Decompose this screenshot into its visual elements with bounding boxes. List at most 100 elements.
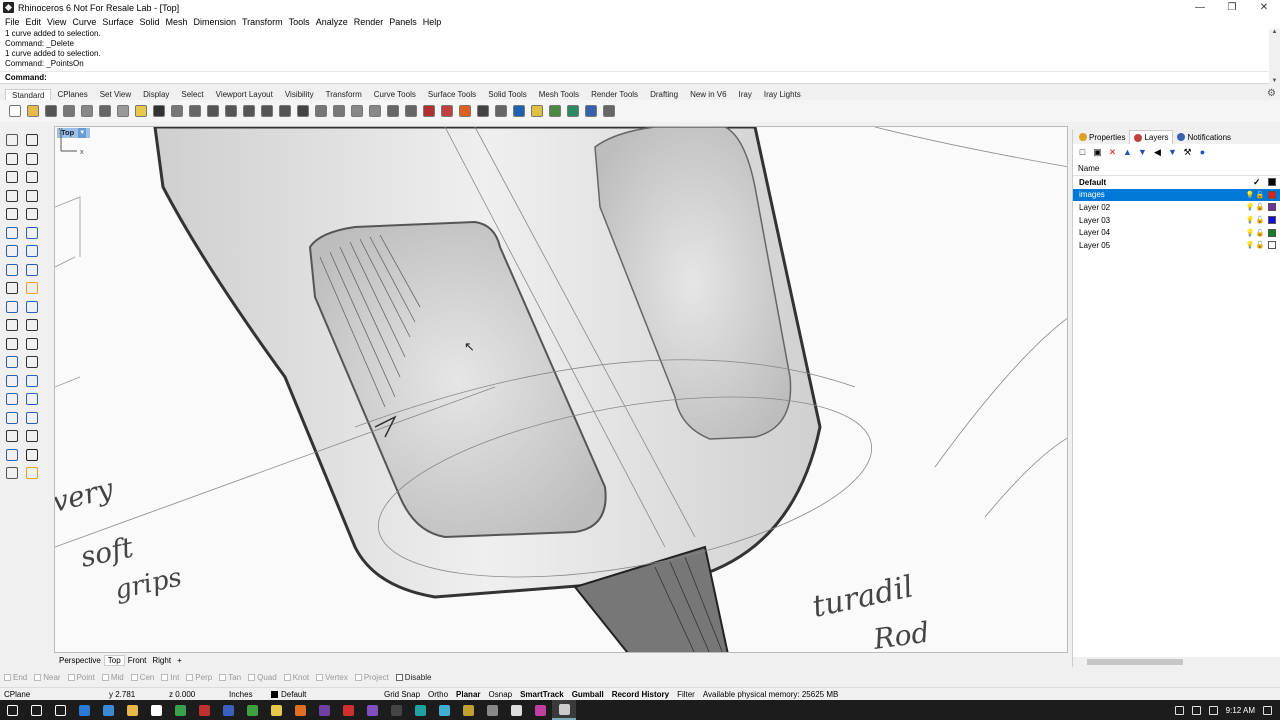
layer-color-swatch[interactable] [1268, 216, 1276, 225]
mirror-tool[interactable] [22, 372, 42, 391]
osnap-perp[interactable]: Perp [186, 673, 212, 682]
osnap-cen[interactable]: Cen [130, 673, 154, 682]
record-history-toggle[interactable]: Record History [608, 690, 673, 699]
extrude-tool[interactable] [2, 261, 22, 280]
menu-view[interactable]: View [44, 17, 69, 27]
menu-analyze[interactable]: Analyze [313, 17, 351, 27]
cplane-button[interactable] [348, 102, 366, 120]
import-button[interactable] [78, 102, 96, 120]
render-tools-tool[interactable] [2, 464, 22, 483]
toolbar-tab-surface-tools[interactable]: Surface Tools [422, 89, 482, 100]
zoom-selected-button[interactable] [258, 102, 276, 120]
help-button[interactable] [582, 102, 600, 120]
edge-taskbar-button[interactable] [72, 700, 96, 720]
layer-color-swatch[interactable] [1268, 228, 1276, 237]
layer-color-swatch[interactable] [1268, 178, 1276, 187]
curve-tool[interactable] [22, 150, 42, 169]
text-tool[interactable] [2, 353, 22, 372]
volume-icon[interactable] [1191, 705, 1201, 715]
move-layer-up-icon[interactable]: ▲ [1122, 147, 1133, 158]
osnap-checkbox[interactable] [283, 674, 291, 681]
object-properties-button[interactable] [420, 102, 438, 120]
loft-tool[interactable] [22, 224, 42, 243]
layer-list-scrollbar[interactable] [1073, 657, 1280, 667]
battery-icon[interactable] [1208, 705, 1218, 715]
toolbar-tab-standard[interactable]: Standard [5, 89, 52, 100]
osnap-checkbox[interactable] [316, 674, 324, 681]
layer-row-images[interactable]: images 💡 🔓 [1073, 188, 1280, 202]
save-button[interactable] [42, 102, 60, 120]
ortho-toggle[interactable]: Ortho [424, 690, 452, 699]
light-tools-tool[interactable] [22, 464, 42, 483]
project-tool[interactable] [2, 390, 22, 409]
osnap-checkbox[interactable] [130, 674, 138, 681]
osnap-end[interactable]: End [4, 673, 27, 682]
command-input[interactable] [46, 73, 647, 82]
toolbar-options-gear-icon[interactable]: ⚙ [1267, 88, 1276, 99]
app-red-taskbar-button[interactable] [192, 700, 216, 720]
layer-visible-bulb-icon[interactable]: 💡 [1245, 229, 1255, 237]
scroll-up-icon[interactable]: ▲ [1272, 29, 1278, 35]
layer-unlocked-icon[interactable]: 🔓 [1255, 191, 1265, 199]
layer-color-swatch[interactable] [1268, 241, 1276, 250]
dimension-tool[interactable] [22, 353, 42, 372]
viewport-top[interactable]: very soft grips turadil Rod Top ▼ y x ↖ [54, 126, 1068, 653]
trim-tool[interactable] [2, 298, 22, 317]
gumball-toggle[interactable]: Gumball [568, 690, 608, 699]
toolbar-tab-mesh-tools[interactable]: Mesh Tools [533, 89, 585, 100]
panel-tab-notifications[interactable]: Notifications [1173, 130, 1235, 144]
osnap-checkbox[interactable] [248, 674, 256, 681]
toolbar-tab-visibility[interactable]: Visibility [279, 89, 320, 100]
app-blue-taskbar-button[interactable] [216, 700, 240, 720]
named-cplane-button[interactable] [312, 102, 330, 120]
move-button[interactable] [186, 102, 204, 120]
notifications-icon[interactable] [1263, 705, 1272, 715]
layer-color-swatch[interactable] [1268, 203, 1276, 212]
app-green-taskbar-button[interactable] [240, 700, 264, 720]
menu-panels[interactable]: Panels [386, 17, 420, 27]
undo-button[interactable] [150, 102, 168, 120]
toolbar-tab-select[interactable]: Select [175, 89, 209, 100]
osnap-tan[interactable]: Tan [219, 673, 241, 682]
layer-filter-icon[interactable]: ▼ [1167, 147, 1178, 158]
osnap-checkbox[interactable] [186, 674, 194, 681]
layer-unlocked-icon[interactable]: 🔓 [1255, 216, 1265, 224]
osnap-checkbox[interactable] [219, 674, 227, 681]
options-button[interactable] [600, 102, 618, 120]
menu-edit[interactable]: Edit [23, 17, 45, 27]
layer-visible-bulb-icon[interactable]: 💡 [1245, 191, 1255, 199]
layer-visible-bulb-icon[interactable]: 💡 [1245, 203, 1255, 211]
command-prompt[interactable]: Command: [0, 71, 1268, 83]
status-layer[interactable]: Default [267, 690, 380, 699]
osnap-checkbox[interactable] [354, 674, 362, 681]
app-white-taskbar-button[interactable] [504, 700, 528, 720]
mesh-tool[interactable] [22, 261, 42, 280]
layer-unlocked-icon[interactable]: 🔓 [1255, 203, 1265, 211]
rectangle-tool[interactable] [22, 187, 42, 206]
task-view-taskbar-button[interactable] [48, 700, 72, 720]
circle-tool[interactable] [2, 168, 22, 187]
toolbar-tab-set-view[interactable]: Set View [94, 89, 137, 100]
array-tool[interactable] [2, 372, 22, 391]
move-layer-down-icon[interactable]: ▼ [1137, 147, 1148, 158]
zoom-in-button[interactable] [204, 102, 222, 120]
toolbar-tab-render-tools[interactable]: Render Tools [585, 89, 644, 100]
osnap-int[interactable]: Int [161, 673, 179, 682]
sphere-solid-tool[interactable] [22, 242, 42, 261]
windows-start-taskbar-button[interactable] [0, 700, 24, 720]
rhino-taskbar-button[interactable] [552, 700, 576, 720]
menu-dimension[interactable]: Dimension [190, 17, 239, 27]
app-gold-taskbar-button[interactable] [456, 700, 480, 720]
pan-button[interactable] [168, 102, 186, 120]
toolbar-tab-solid-tools[interactable]: Solid Tools [482, 89, 533, 100]
calculator-taskbar-button[interactable] [384, 700, 408, 720]
osnap-disable[interactable]: Disable [395, 673, 431, 682]
store-taskbar-button[interactable] [96, 700, 120, 720]
osnap-toggle[interactable]: Osnap [485, 690, 517, 699]
sphere-button[interactable] [510, 102, 528, 120]
status-cplane[interactable]: CPlane [0, 690, 105, 699]
rotate-view-button[interactable] [276, 102, 294, 120]
move-gumball-tool[interactable] [22, 427, 42, 446]
search-taskbar-button[interactable] [24, 700, 48, 720]
light-button[interactable] [528, 102, 546, 120]
